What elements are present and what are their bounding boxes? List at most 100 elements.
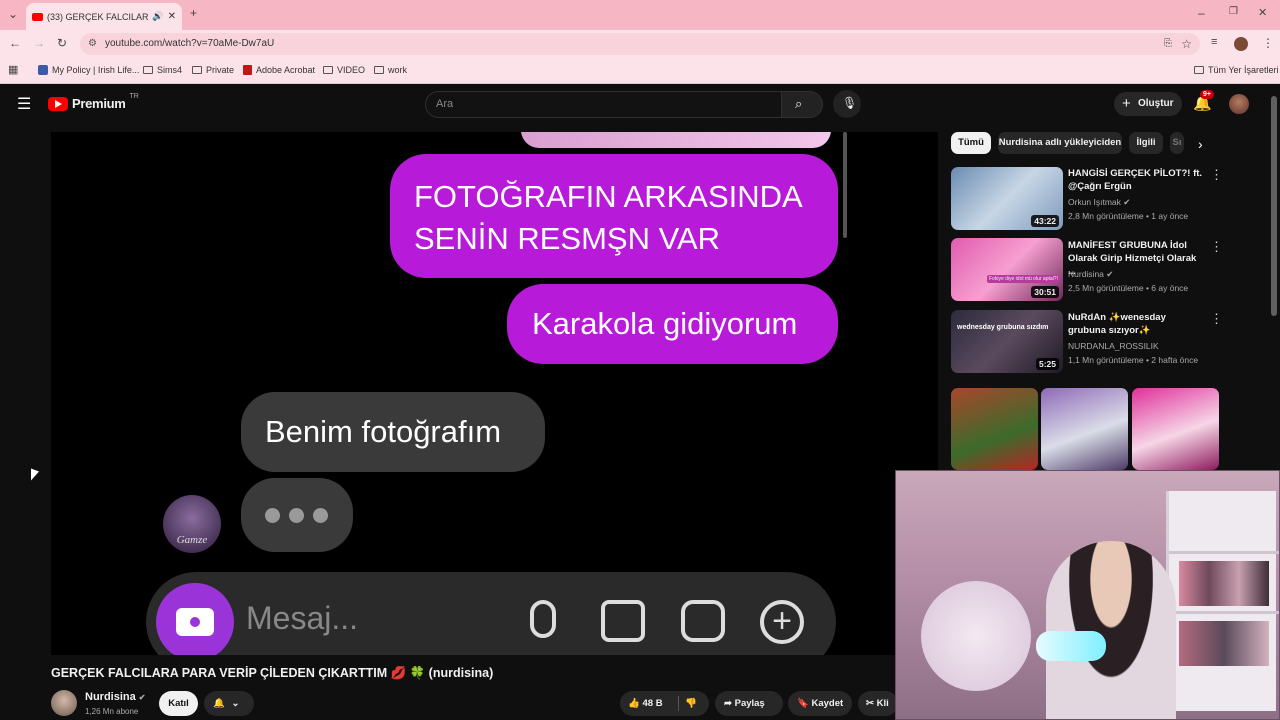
sender-avatar: Gamze [163,495,221,553]
chrome-menu-icon[interactable]: ⋮ [1262,36,1274,50]
message-bubble-purple: Karakola gidiyorum [507,284,838,364]
bookmark-folder[interactable]: Sims4 [143,65,182,75]
typing-indicator [241,478,353,552]
url-field[interactable]: ⚙ youtube.com/watch?v=70aMe-Dw7aU ☆ ⎘ [80,33,1200,55]
video-scroll-indicator [843,132,847,238]
webcam-overlay [895,470,1280,720]
chip-from-uploader[interactable]: Nurdisina adlı yükleyiciden [998,132,1122,154]
install-app-icon[interactable]: ⎘ [1164,33,1172,55]
media-control-icon[interactable]: ≡ [1211,36,1217,48]
page-scrollbar[interactable] [1271,96,1277,316]
chevron-right-icon[interactable]: › [1198,136,1203,152]
bookmark-folder[interactable]: VIDEO [323,65,365,75]
verified-icon: ✔ [1123,197,1131,207]
verified-icon: ✔ [138,693,146,702]
channel-avatar[interactable] [51,690,77,716]
window-close-icon[interactable]: ✕ [1258,6,1267,19]
apps-grid-icon[interactable]: ▦ [8,63,18,76]
back-icon[interactable]: ← [9,36,21,50]
verified-icon: ✔ [1106,269,1114,279]
address-bar-row: ← → ↻ ⚙ youtube.com/watch?v=70aMe-Dw7aU … [0,30,1280,58]
browser-tab-bar: ⌄ (33) GERÇEK FALCILARA PA... 🔊 ✕ + – ❐ … [0,0,1280,30]
reload-icon[interactable]: ↻ [57,36,67,50]
rec-video-meta: 1,1 Mn görüntüleme • 2 hafta önce [1068,355,1199,365]
all-bookmarks-folder[interactable]: Tüm Yer İşaretleri [1194,65,1279,75]
voice-search-button[interactable]: 🎙 [833,90,861,118]
search-icon: ⌕ [795,96,803,111]
chip-more[interactable]: Sı [1170,132,1184,154]
more-options-icon[interactable]: ⋮ [1210,311,1223,327]
save-button[interactable]: 🔖 Kaydet [788,691,852,716]
rec-video-meta: 2,8 Mn görüntüleme • 1 ay önce [1068,211,1189,221]
video-thumbnail[interactable]: Fokiye diye idol mü olur aptal?! 30:51 [951,238,1063,301]
bookmark-folder[interactable]: work [374,65,407,75]
scissors-icon: ✂ [866,698,874,709]
camera-button [156,583,234,655]
video-player[interactable]: FOTOĞRAFIN ARKASINDA SENİN RESMŞN VAR Ka… [51,132,938,655]
typing-dot [265,508,280,523]
add-circle-icon: + [760,600,804,644]
chip-related[interactable]: İlgili [1129,132,1163,154]
bell-icon: 🔔 [213,698,225,709]
bookmark-star-icon[interactable]: ☆ [1181,33,1192,55]
forward-icon[interactable]: → [33,36,45,50]
minimize-icon[interactable]: – [1198,6,1205,20]
youtube-header: ☰ Premium TR Ara ⌕ 🎙 + Oluştur 🔔 9+ [0,84,1280,124]
tab-search-icon[interactable]: ⌄ [8,7,18,21]
bookmark-icon: 🔖 [797,698,809,709]
search-button[interactable]: ⌕ [781,91,823,118]
acrobat-icon [243,65,252,75]
more-options-icon[interactable]: ⋮ [1210,167,1223,183]
bookmark-item[interactable]: Adobe Acrobat [243,65,315,75]
rec-channel-name[interactable]: NURDANLA_ROSSILIK [1068,341,1159,351]
create-button[interactable]: + Oluştur [1114,92,1182,116]
subscribed-bell-button[interactable]: 🔔 ⌄ [204,691,254,716]
youtube-logo[interactable]: Premium TR [48,93,139,111]
rec-video-title[interactable]: HANGİSİ GERÇEK PİLOT?! ft. @Çağrı Ergün [1068,167,1203,193]
subscriber-count: 1,26 Mn abone [85,707,139,716]
message-placeholder: Mesaj... [246,600,359,636]
mic-icon: 🎙 [842,96,858,110]
bookmark-item[interactable]: My Policy | Irish Life... [38,65,139,75]
tab-close-icon[interactable]: ✕ [168,11,176,22]
video-thumbnail[interactable]: wednesday grubuna sızdım 5:25 [951,310,1063,373]
search-input[interactable]: Ara [425,91,782,118]
youtube-play-icon [48,96,68,111]
join-button[interactable]: Katıl [159,691,198,716]
browser-tab[interactable]: (33) GERÇEK FALCILARA PA... 🔊 ✕ [26,3,182,30]
hamburger-menu-icon[interactable]: ☰ [17,94,31,114]
bookmarks-bar: ▦ My Policy | Irish Life... Sims4 Privat… [0,58,1280,84]
rec-channel-name[interactable]: Nurdisina ✔ [1068,269,1113,280]
thumbs-down-icon[interactable]: 👎 [685,691,697,716]
channel-name[interactable]: Nurdisina ✔ [85,691,146,703]
restore-icon[interactable]: ❐ [1229,6,1238,17]
like-button[interactable]: 👍 48 B [628,698,663,709]
account-avatar[interactable] [1229,94,1249,114]
clip-button[interactable]: ✂ Kli [858,691,898,716]
rec-video-meta: 2,5 Mn görüntüleme • 6 ay önce [1068,283,1189,293]
short-thumbnail[interactable] [1041,388,1128,470]
short-thumbnail[interactable] [1132,388,1219,470]
shelf [1166,491,1279,711]
share-button[interactable]: ➦ Paylaş [715,691,783,716]
folder-icon [374,66,384,74]
profile-avatar[interactable] [1234,37,1248,51]
notifications-bell-icon[interactable]: 🔔 9+ [1193,90,1214,112]
notification-count: 9+ [1200,90,1214,99]
chip-all[interactable]: Tümü [951,132,991,154]
new-tab-icon[interactable]: + [190,6,197,20]
message-bubble-purple: FOTOĞRAFIN ARKASINDA SENİN RESMŞN VAR [390,154,838,278]
bookmark-folder[interactable]: Private [192,65,234,75]
rec-video-title[interactable]: NuRdAn ✨wenesday grubuna sızıyor✨ [1068,311,1203,337]
message-composer: Mesaj... + [146,572,836,655]
video-thumbnail[interactable]: 43:22 [951,167,1063,230]
gallery-icon [601,600,645,642]
chevron-down-icon: ⌄ [231,698,240,709]
site-info-icon[interactable]: ⚙ [88,33,97,55]
camera-icon [176,608,214,636]
sticker-icon [681,600,725,642]
short-thumbnail[interactable] [951,388,1038,470]
more-options-icon[interactable]: ⋮ [1210,239,1223,255]
speaker-icon[interactable]: 🔊 [152,11,163,22]
rec-channel-name[interactable]: Orkun Işıtmak ✔ [1068,197,1130,208]
